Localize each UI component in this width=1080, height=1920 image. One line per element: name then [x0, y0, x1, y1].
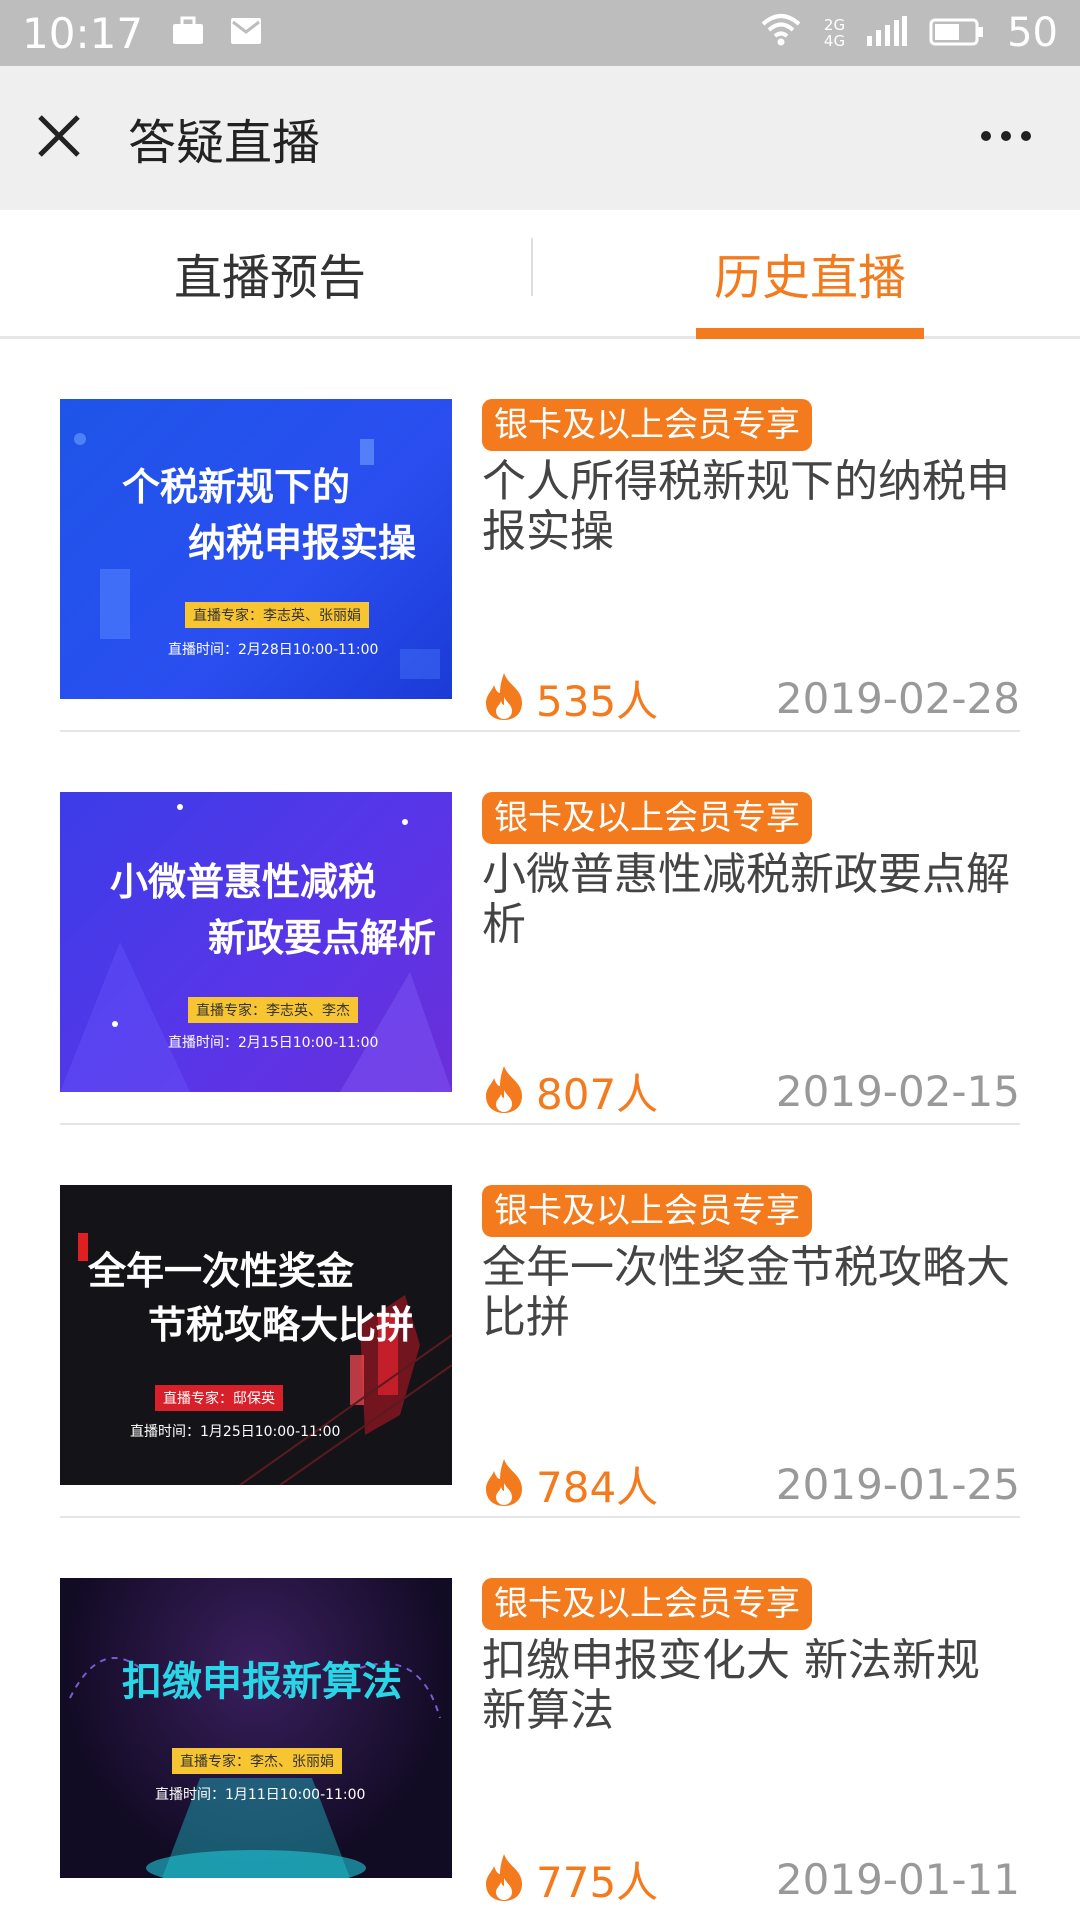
thumbnail-time: 直播时间：1月25日10:00-11:00 — [130, 1424, 341, 1440]
item-title[interactable]: 小微普惠性减税新政要点解析 — [482, 850, 1020, 950]
view-count: 807人 — [536, 1069, 659, 1119]
flame-icon — [482, 1852, 526, 1906]
list-item[interactable]: 小微普惠性减税 新政要点解析 直播专家：李志英、李杰 直播时间：2月15日10:… — [60, 732, 1020, 1125]
flame-icon — [482, 1457, 526, 1511]
signal-icon — [867, 10, 908, 56]
item-meta: 807人 2019-02-15 — [482, 1063, 1020, 1123]
status-time: 10:17 — [22, 8, 144, 58]
thumbnail-expert: 直播专家：李杰、张丽娟 — [172, 1748, 342, 1774]
thumbnail-title-line-2: 节税攻略大比拼 — [148, 1303, 415, 1347]
page-title: 答疑直播 — [128, 115, 321, 171]
member-badge: 银卡及以上会员专享 — [482, 1578, 812, 1630]
thumbnail-expert: 直播专家：李志英、张丽娟 — [185, 602, 369, 628]
thumbnail-title-line-2: 新政要点解析 — [208, 916, 437, 960]
item-date: 2019-02-28 — [775, 673, 1020, 723]
thumbnail-expert: 直播专家：李志英、李杰 — [188, 997, 358, 1023]
list-item[interactable]: 扣缴申报新算法 直播专家：李杰、张丽娟 直播时间：1月11日10:00-11:0… — [60, 1518, 1020, 1911]
wifi-icon — [760, 10, 802, 56]
flame-icon — [482, 671, 526, 725]
item-date: 2019-01-11 — [775, 1854, 1020, 1904]
item-meta: 535人 2019-02-28 — [482, 670, 1020, 730]
item-info: 银卡及以上会员专享 个人所得税新规下的纳税申报实操 535人 2019-02-2… — [482, 399, 1020, 730]
view-count: 784人 — [536, 1462, 659, 1512]
battery-level: 50 — [1007, 10, 1058, 56]
view-count: 535人 — [536, 676, 659, 726]
tab-bar: 直播预告 历史直播 — [0, 210, 1080, 339]
live-list: 个税新规下的 纳税申报实操 直播专家：李志英、张丽娟 直播时间：2月28日10:… — [0, 339, 1080, 1911]
thumbnail-time: 直播时间：2月28日10:00-11:00 — [168, 642, 379, 658]
thumbnail[interactable]: 全年一次性奖金 节税攻略大比拼 直播专家：邸保英 直播时间：1月25日10:00… — [60, 1185, 452, 1485]
thumbnail-title-line-1: 扣缴申报新算法 — [122, 1659, 402, 1705]
more-icon[interactable] — [978, 128, 1034, 148]
briefcase-icon — [171, 10, 205, 56]
thumbnail[interactable]: 个税新规下的 纳税申报实操 直播专家：李志英、张丽娟 直播时间：2月28日10:… — [60, 399, 452, 699]
thumbnail-decoration — [69, 1657, 441, 1878]
thumbnail-expert: 直播专家：邸保英 — [155, 1385, 283, 1411]
battery-icon — [929, 10, 985, 56]
thumbnail-title-line-1: 全年一次性奖金 — [88, 1249, 355, 1293]
title-bar: 答疑直播 — [0, 66, 1080, 210]
thumbnail-title-line-1: 小微普惠性减税 — [110, 860, 377, 904]
thumbnail-title-line-1: 个税新规下的 — [122, 465, 351, 509]
list-item[interactable]: 个税新规下的 纳税申报实操 直播专家：李志英、张丽娟 直播时间：2月28日10:… — [60, 339, 1020, 732]
thumbnail-title-line-2: 纳税申报实操 — [188, 521, 417, 565]
status-bar: 10:17 2G 4G 50 — [0, 0, 1080, 66]
item-title[interactable]: 全年一次性奖金节税攻略大比拼 — [482, 1243, 1020, 1343]
item-meta: 775人 2019-01-11 — [482, 1851, 1020, 1911]
member-badge: 银卡及以上会员专享 — [482, 1185, 812, 1237]
flame-icon — [482, 1064, 526, 1118]
item-date: 2019-01-25 — [775, 1459, 1020, 1509]
member-badge: 银卡及以上会员专享 — [482, 792, 812, 844]
tab-history-live[interactable]: 历史直播 — [540, 210, 1080, 336]
item-info: 银卡及以上会员专享 扣缴申报变化大 新法新规新算法 775人 2019-01-1… — [482, 1578, 1020, 1911]
item-date: 2019-02-15 — [775, 1066, 1020, 1116]
thumbnail-time: 直播时间：1月11日10:00-11:00 — [155, 1787, 366, 1803]
network-type: 2G 4G — [823, 16, 846, 50]
item-info: 银卡及以上会员专享 小微普惠性减税新政要点解析 807人 2019-02-15 — [482, 792, 1020, 1123]
close-icon[interactable] — [30, 107, 88, 169]
tab-upcoming-live[interactable]: 直播预告 — [0, 210, 540, 336]
view-count: 775人 — [536, 1857, 659, 1907]
thumbnail[interactable]: 扣缴申报新算法 直播专家：李杰、张丽娟 直播时间：1月11日10:00-11:0… — [60, 1578, 452, 1878]
item-meta: 784人 2019-01-25 — [482, 1456, 1020, 1516]
item-title[interactable]: 扣缴申报变化大 新法新规新算法 — [482, 1636, 1020, 1736]
tab-divider — [531, 238, 533, 296]
item-title[interactable]: 个人所得税新规下的纳税申报实操 — [482, 457, 1020, 557]
list-item[interactable]: 全年一次性奖金 节税攻略大比拼 直播专家：邸保英 直播时间：1月25日10:00… — [60, 1125, 1020, 1518]
member-badge: 银卡及以上会员专享 — [482, 399, 812, 451]
item-info: 银卡及以上会员专享 全年一次性奖金节税攻略大比拼 784人 2019-01-25 — [482, 1185, 1020, 1516]
thumbnail[interactable]: 小微普惠性减税 新政要点解析 直播专家：李志英、李杰 直播时间：2月15日10:… — [60, 792, 452, 1092]
mail-icon — [229, 10, 263, 56]
thumbnail-time: 直播时间：2月15日10:00-11:00 — [168, 1035, 379, 1051]
